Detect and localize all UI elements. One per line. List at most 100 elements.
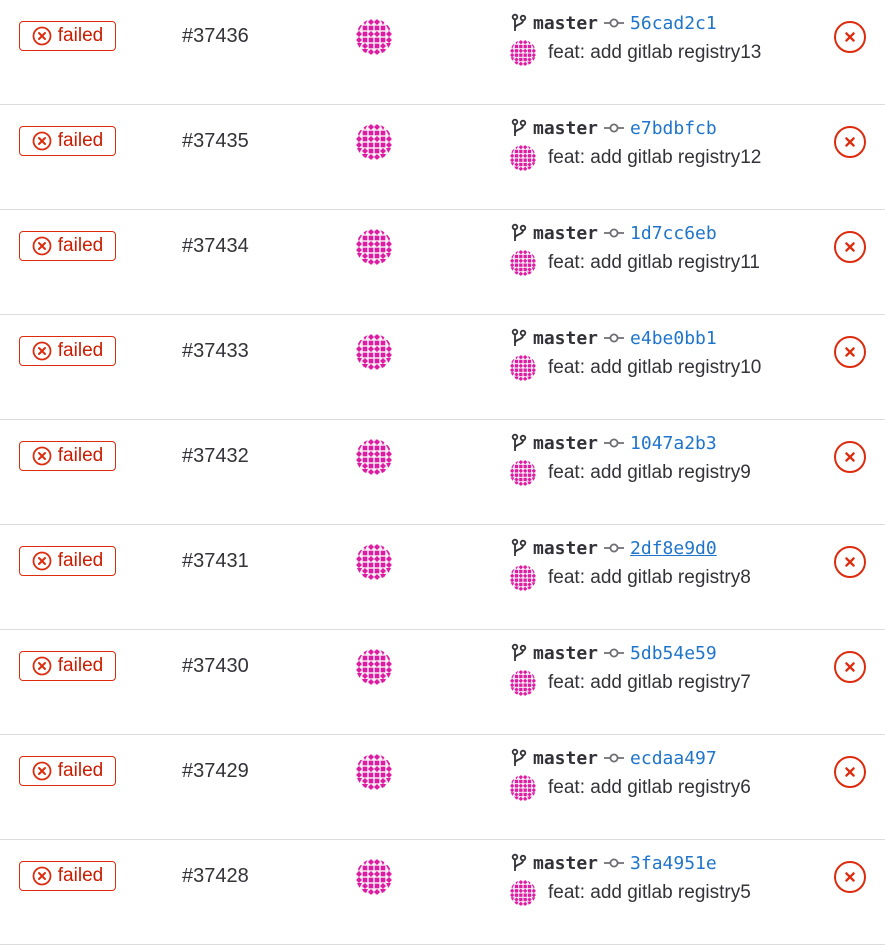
- avatar[interactable]: [356, 544, 392, 580]
- failed-status-icon: [32, 131, 52, 151]
- commit-title: feat: add gitlab registry6: [510, 775, 751, 801]
- status-badge[interactable]: failed: [19, 651, 116, 681]
- status-icon-button[interactable]: [834, 21, 866, 53]
- commit-title-link[interactable]: feat: add gitlab registry6: [548, 777, 751, 799]
- commit-title-link[interactable]: feat: add gitlab registry9: [548, 462, 751, 484]
- avatar[interactable]: [356, 754, 392, 790]
- status-badge[interactable]: failed: [19, 441, 116, 471]
- avatar[interactable]: [510, 40, 536, 66]
- commit-title: feat: add gitlab registry7: [510, 670, 751, 696]
- pipeline-id-link[interactable]: #37428: [182, 865, 249, 888]
- pipeline-id-link[interactable]: #37435: [182, 130, 249, 153]
- avatar[interactable]: [356, 229, 392, 265]
- branch-link[interactable]: master: [533, 223, 598, 244]
- branch-link[interactable]: master: [533, 748, 598, 769]
- avatar[interactable]: [510, 250, 536, 276]
- commit-sha-link[interactable]: 2df8e9d0: [630, 538, 717, 559]
- avatar[interactable]: [510, 775, 536, 801]
- failed-status-icon: [32, 236, 52, 256]
- commit-sha-link[interactable]: e7bdbfcb: [630, 118, 717, 139]
- avatar[interactable]: [356, 439, 392, 475]
- pipeline-id-link[interactable]: #37434: [182, 235, 249, 258]
- commit-title-link[interactable]: feat: add gitlab registry13: [548, 42, 761, 64]
- status-badge[interactable]: failed: [19, 861, 116, 891]
- status-badge[interactable]: failed: [19, 756, 116, 786]
- pipeline-id-link[interactable]: #37429: [182, 760, 249, 783]
- failed-status-icon: [845, 32, 855, 42]
- failed-status-icon: [32, 341, 52, 361]
- commit-sha-link[interactable]: 5db54e59: [630, 643, 717, 664]
- branch-icon: [511, 853, 527, 871]
- avatar[interactable]: [510, 880, 536, 906]
- commit-sha-link[interactable]: 1047a2b3: [630, 433, 717, 454]
- branch-link[interactable]: master: [533, 118, 598, 139]
- status-badge[interactable]: failed: [19, 126, 116, 156]
- branch-link[interactable]: master: [533, 538, 598, 559]
- status-icon-button[interactable]: [834, 861, 866, 893]
- pipeline-row: failed #37430 master 5db54e59 feat: add …: [0, 630, 885, 735]
- status-icon-button[interactable]: [834, 441, 866, 473]
- avatar[interactable]: [510, 145, 536, 171]
- branch-link[interactable]: master: [533, 643, 598, 664]
- avatar[interactable]: [510, 670, 536, 696]
- commit-ref: master 1047a2b3: [510, 430, 717, 456]
- commit-ref: master ecdaa497: [510, 745, 717, 771]
- pipeline-id-link[interactable]: #37430: [182, 655, 249, 678]
- branch-link[interactable]: master: [533, 433, 598, 454]
- commit-title-link[interactable]: feat: add gitlab registry5: [548, 882, 751, 904]
- pipeline-id-link[interactable]: #37432: [182, 445, 249, 468]
- commit-sha-link[interactable]: 3fa4951e: [630, 853, 717, 874]
- branch-link[interactable]: master: [533, 853, 598, 874]
- status-badge[interactable]: failed: [19, 231, 116, 261]
- pipeline-row: failed #37435 master e7bdbfcb feat: add …: [0, 105, 885, 210]
- pipeline-id-link[interactable]: #37431: [182, 550, 249, 573]
- branch-link[interactable]: master: [533, 13, 598, 34]
- avatar[interactable]: [356, 124, 392, 160]
- branch-icon: [511, 13, 527, 31]
- avatar[interactable]: [510, 460, 536, 486]
- failed-status-icon: [845, 557, 855, 567]
- commit-icon: [604, 753, 625, 763]
- status-icon-button[interactable]: [834, 651, 866, 683]
- commit-sha-link[interactable]: e4be0bb1: [630, 328, 717, 349]
- avatar[interactable]: [356, 19, 392, 55]
- commit-icon: [604, 333, 625, 343]
- failed-status-icon: [845, 872, 855, 882]
- status-label: failed: [57, 25, 104, 46]
- status-icon-button[interactable]: [834, 231, 866, 263]
- avatar[interactable]: [356, 334, 392, 370]
- status-icon-button[interactable]: [834, 126, 866, 158]
- commit-icon: [604, 858, 625, 868]
- status-badge[interactable]: failed: [19, 21, 116, 51]
- avatar[interactable]: [356, 649, 392, 685]
- commit-title-link[interactable]: feat: add gitlab registry7: [548, 672, 751, 694]
- commit-icon: [604, 228, 625, 238]
- avatar[interactable]: [510, 565, 536, 591]
- branch-icon: [511, 433, 527, 451]
- commit-title: feat: add gitlab registry13: [510, 40, 761, 66]
- commit-title-link[interactable]: feat: add gitlab registry8: [548, 567, 751, 589]
- pipeline-id-link[interactable]: #37433: [182, 340, 249, 363]
- commit-sha-link[interactable]: ecdaa497: [630, 748, 717, 769]
- commit-title-link[interactable]: feat: add gitlab registry10: [548, 357, 761, 379]
- commit-sha-link[interactable]: 56cad2c1: [630, 13, 717, 34]
- status-label: failed: [57, 655, 104, 676]
- commit-sha-link[interactable]: 1d7cc6eb: [630, 223, 717, 244]
- pipeline-id-link[interactable]: #37436: [182, 25, 249, 48]
- failed-status-icon: [845, 767, 855, 777]
- pipeline-row: failed #37428 master 3fa4951e feat: add …: [0, 840, 885, 945]
- commit-title-link[interactable]: feat: add gitlab registry12: [548, 147, 761, 169]
- commit-ref: master 1d7cc6eb: [510, 220, 717, 246]
- avatar[interactable]: [356, 859, 392, 895]
- avatar[interactable]: [510, 355, 536, 381]
- commit-ref: master 3fa4951e: [510, 850, 717, 876]
- status-badge[interactable]: failed: [19, 336, 116, 366]
- failed-status-icon: [32, 446, 52, 466]
- status-icon-button[interactable]: [834, 336, 866, 368]
- status-icon-button[interactable]: [834, 546, 866, 578]
- commit-title-link[interactable]: feat: add gitlab registry11: [548, 252, 760, 274]
- status-badge[interactable]: failed: [19, 546, 116, 576]
- branch-link[interactable]: master: [533, 328, 598, 349]
- commit-ref: master 56cad2c1: [510, 10, 717, 36]
- status-icon-button[interactable]: [834, 756, 866, 788]
